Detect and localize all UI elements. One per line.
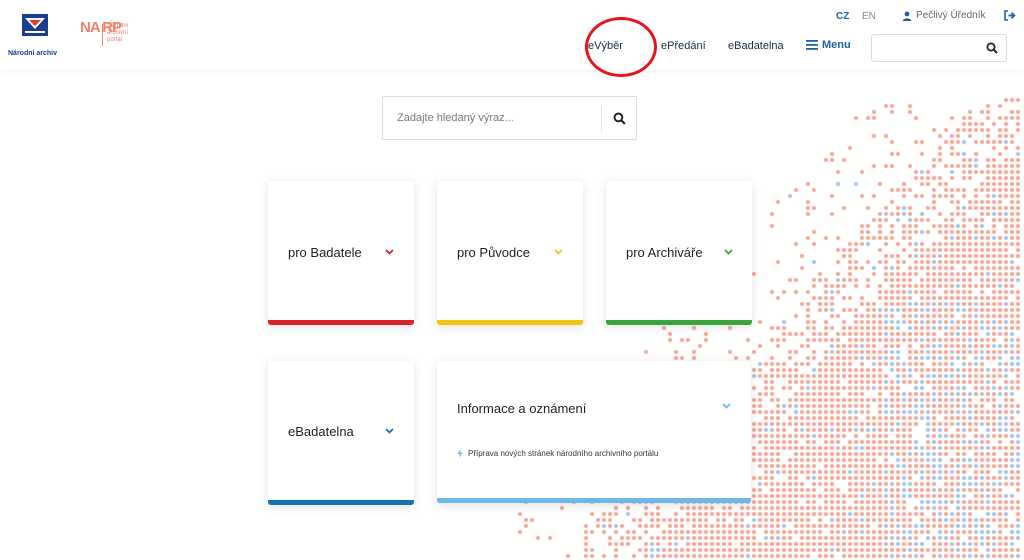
news-item[interactable]: Příprava nových stránek národního archiv… [457, 449, 658, 458]
card-title: pro Archiváře [626, 245, 703, 260]
card-title: eBadatelna [288, 424, 354, 439]
archive-emblem-icon [22, 14, 48, 36]
logout-icon[interactable] [1004, 10, 1016, 21]
header-search-input[interactable] [871, 34, 1007, 62]
card-pro-archivare[interactable]: pro Archiváře [606, 181, 752, 325]
hamburger-icon [806, 40, 818, 50]
user-name: Pečlivý Úředník [916, 10, 986, 21]
card-title: pro Původce [457, 245, 530, 260]
chevron-down-icon[interactable] [385, 428, 394, 434]
nav-epredani[interactable]: ePředání [661, 40, 706, 52]
card-color-bar [268, 500, 414, 505]
narp-text: Národní archivní portál [107, 23, 129, 43]
search-placeholder: Zadajte hledaný výraz... [397, 112, 514, 124]
chevron-down-icon[interactable] [385, 249, 394, 255]
chevron-down-icon[interactable] [722, 403, 731, 409]
narp-logo[interactable]: NA RP Národní archivní portál [80, 20, 150, 50]
language-en[interactable]: EN [862, 11, 876, 22]
language-cz[interactable]: CZ [836, 11, 849, 22]
card-color-bar [437, 498, 751, 503]
card-color-bar [437, 320, 583, 325]
main-search-input[interactable]: Zadajte hledaný výraz... [382, 96, 637, 140]
card-title: Informace a oznámení [457, 401, 587, 416]
news-text: Příprava nových stránek národního archiv… [468, 449, 659, 458]
search-icon[interactable] [613, 112, 626, 125]
menu-button[interactable]: Menu [806, 39, 851, 51]
user-account[interactable]: Pečlivý Úředník [902, 10, 985, 21]
lightning-icon [457, 449, 463, 458]
highlight-circle-annotation [585, 17, 657, 77]
card-informace-a-oznameni[interactable]: Informace a oznámení Příprava nových str… [437, 361, 751, 503]
chevron-down-icon[interactable] [554, 249, 563, 255]
chevron-down-icon[interactable] [724, 249, 733, 255]
user-icon [902, 11, 912, 21]
narodni-archiv-logo[interactable]: Národní archiv [8, 14, 70, 60]
card-pro-badatele[interactable]: pro Badatele [268, 181, 414, 325]
card-ebadatelna[interactable]: eBadatelna [268, 361, 414, 505]
search-divider [601, 106, 602, 132]
search-icon[interactable] [986, 42, 998, 54]
site-header: Národní archiv NA RP Národní archivní po… [0, 0, 1024, 77]
card-color-bar [606, 320, 752, 325]
nav-ebadatelna[interactable]: eBadatelna [728, 40, 784, 52]
card-title: pro Badatele [288, 245, 362, 260]
narodni-archiv-label: Národní archiv [8, 50, 58, 57]
card-color-bar [268, 320, 414, 325]
narp-divider [102, 24, 103, 46]
menu-label: Menu [822, 39, 851, 51]
card-pro-puvodce[interactable]: pro Původce [437, 181, 583, 325]
